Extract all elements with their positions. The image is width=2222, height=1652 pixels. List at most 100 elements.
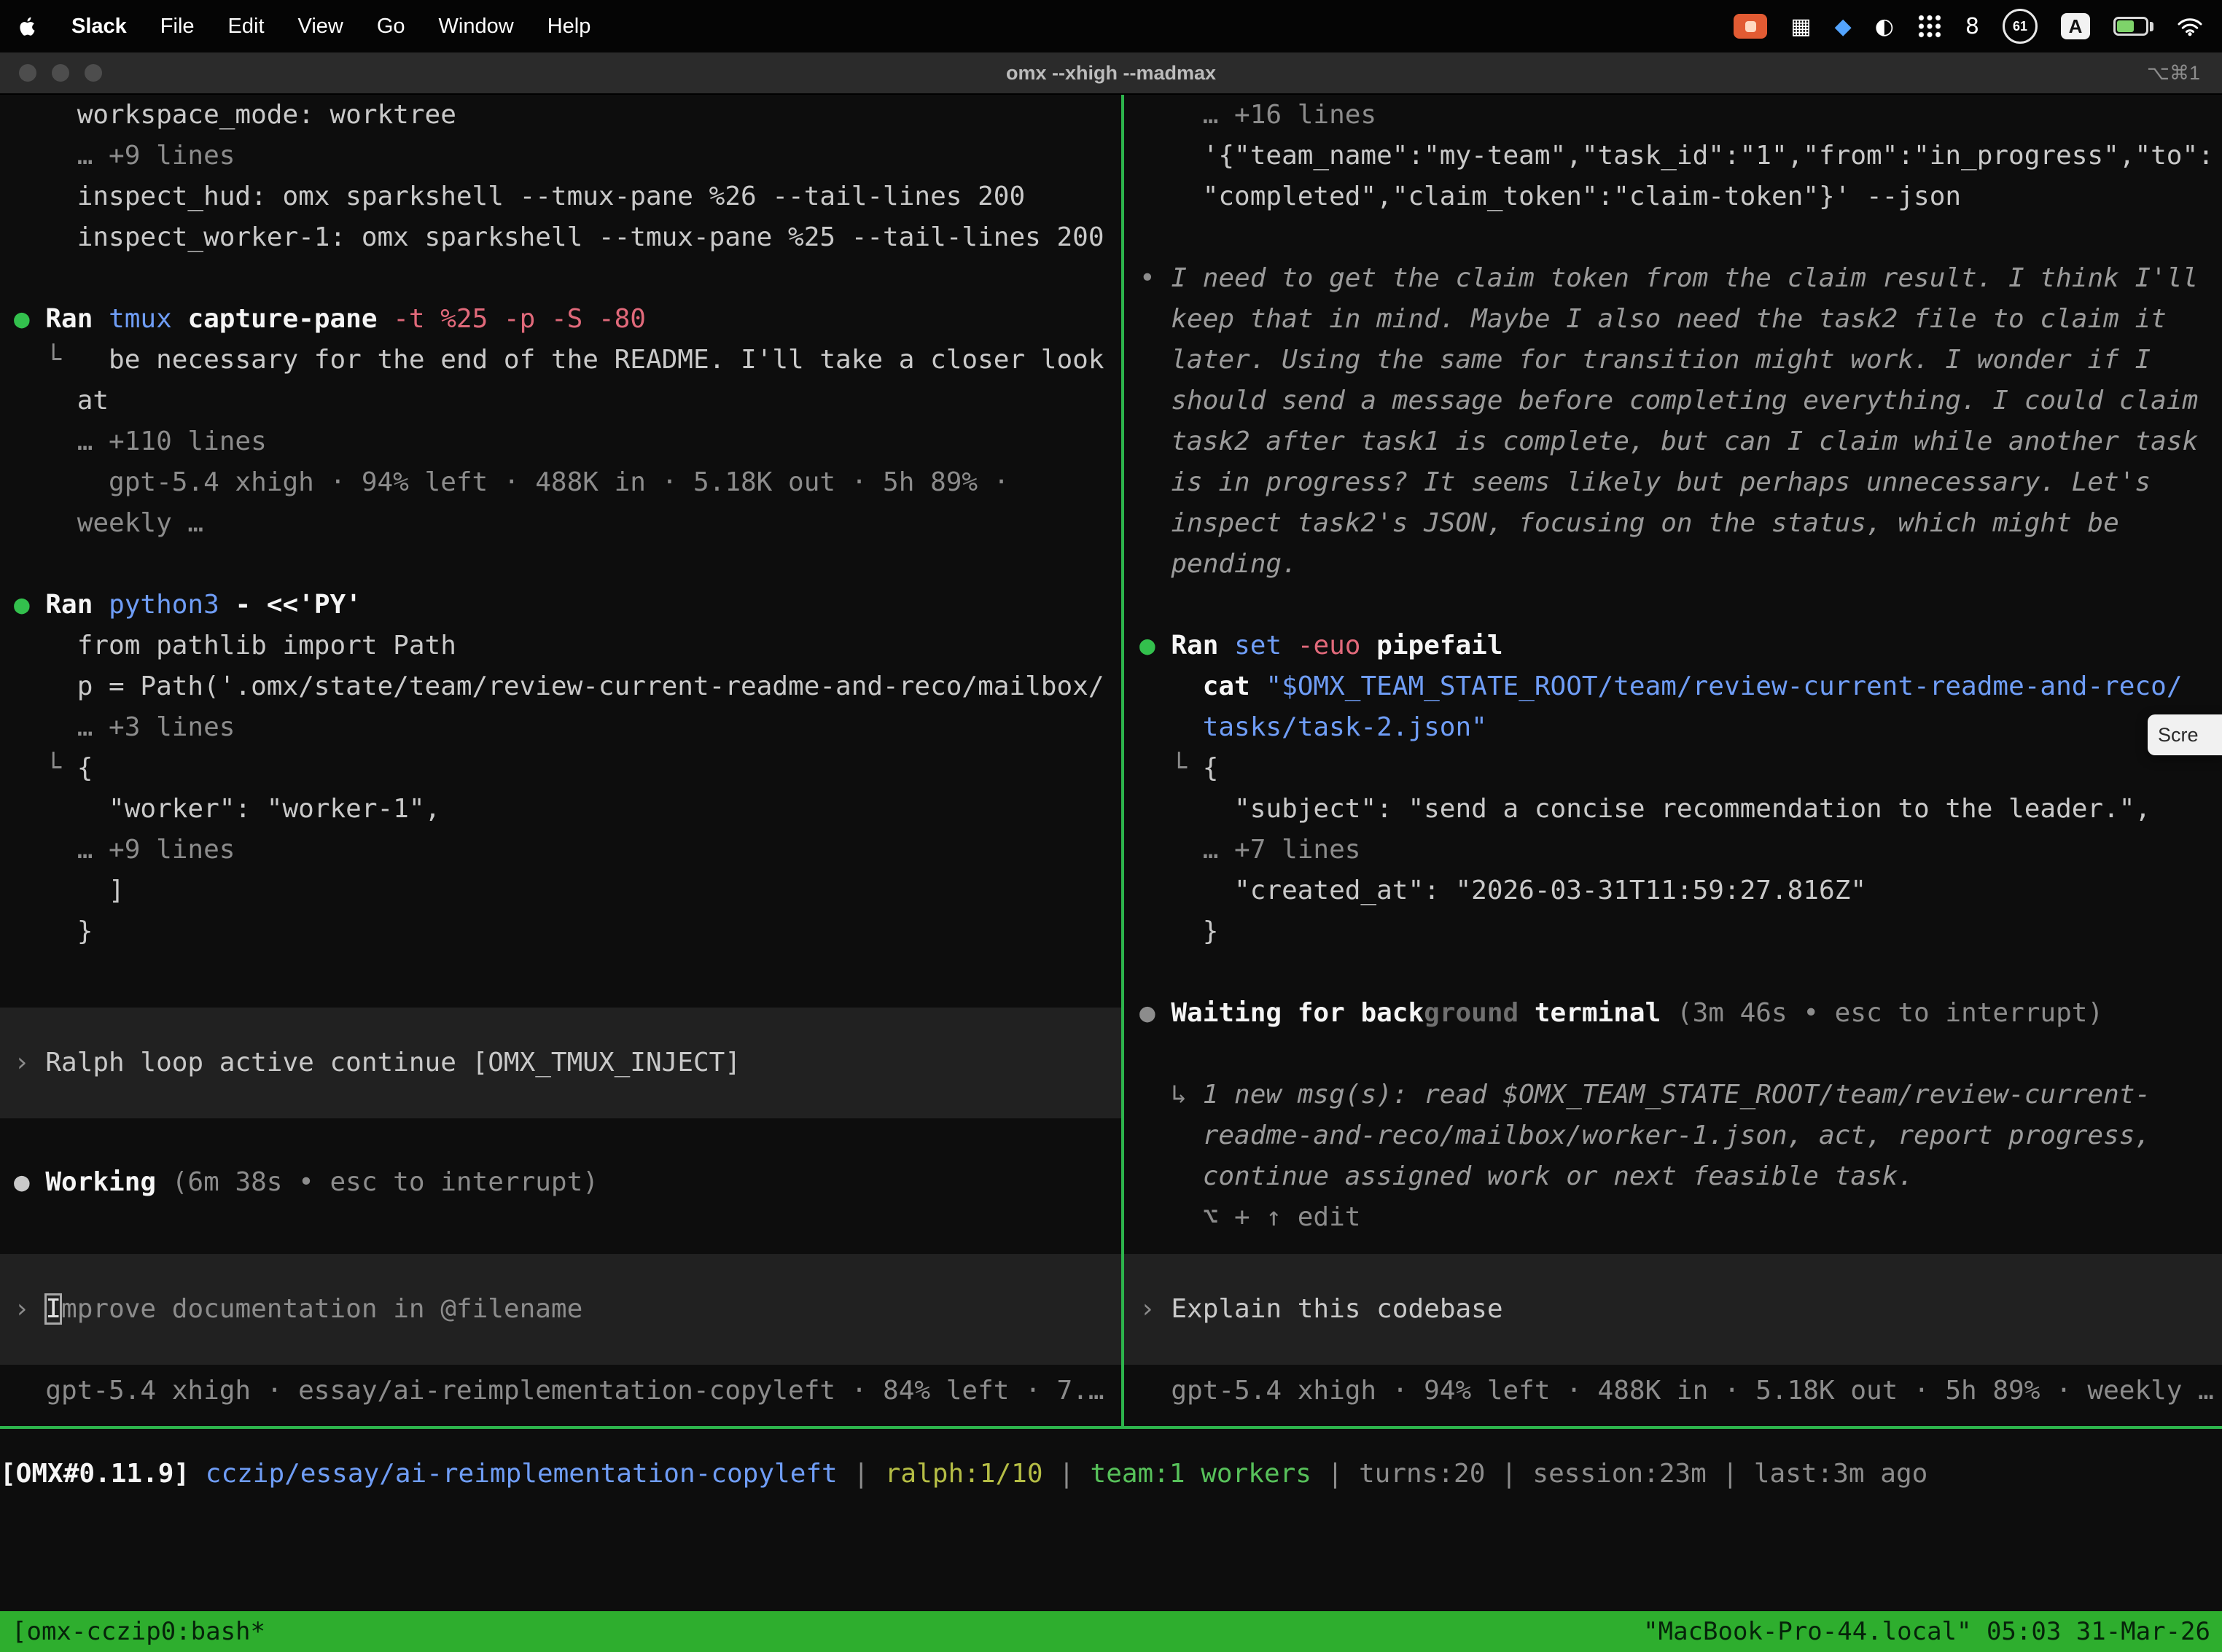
text-segment: | [1707,1459,1754,1489]
menu-item-help[interactable]: Help [547,15,591,39]
terminal-line: '{"team_name":"my-team","task_id":"1","f… [1124,136,2222,176]
window-title: omx --xhigh --madmax [1006,62,1216,85]
text-segment: -euo [1298,631,1376,661]
terminal-line: "subject": "send a concise recommendatio… [1124,789,2222,830]
text-segment: } [14,916,93,946]
active-app-menu[interactable]: Slack [71,15,127,39]
terminal-line: later. Using the same for transition mig… [1124,340,2222,381]
text-segment: … +7 lines [1139,835,1360,865]
text-segment: turns:20 [1359,1459,1485,1489]
text-segment: › [14,1048,45,1078]
dots-grid-icon[interactable] [1917,14,1942,39]
spark-app-icon[interactable]: ◆ [1835,14,1852,39]
window-controls [19,64,102,82]
terminal-line: ] [0,870,1121,911]
terminal-line: task2 after task1 is complete, but can I… [1124,421,2222,462]
terminal-line: p = Path('.omx/state/team/review-current… [0,666,1121,707]
terminal-line: gpt-5.4 xhigh · essay/ai-reimplementatio… [0,1371,1121,1411]
terminal-line: keep that in mind. Maybe I also need the… [1124,299,2222,340]
screen-recording-indicator[interactable] [1734,14,1767,39]
terminal-line: ● Working (6m 38s • esc to interrupt) [0,1162,1121,1203]
zoom-button[interactable] [85,64,102,82]
text-segment: I need to get the claim token from the c… [1171,263,2198,293]
text-segment: … +16 lines [1139,100,1376,130]
close-button[interactable] [19,64,36,82]
text-segment: at [14,386,109,416]
text-segment: › [14,1294,45,1324]
terminal: workspace_mode: worktree … +9 lines insp… [0,95,2222,1652]
terminal-line: } [0,911,1121,952]
menu-item-view[interactable]: View [298,15,343,39]
blank-line [1124,217,2222,258]
text-segment: session:23m [1532,1459,1706,1489]
battery-icon[interactable] [2113,17,2153,36]
text-segment: | [1485,1459,1532,1489]
window-titlebar: omx --xhigh --madmax ⌥⌘1 [0,52,2222,95]
menu-item-go[interactable]: Go [377,15,405,39]
menu-item-edit[interactable]: Edit [228,15,265,39]
text-segment: • [1139,263,1171,293]
menubar-status-icons: ▦ ◆ ◐ 8 61 A [1734,9,2203,44]
terminal-line: └ be necessary for the end of the README… [0,340,1121,381]
prompt-suggestion[interactable]: › Explain this codebase [1124,1254,2222,1365]
text-segment: … +110 lines [14,426,267,456]
text-segment: ] [14,876,125,905]
text-segment: -t %25 -p -S -80 [393,304,646,334]
menu-item-file[interactable]: File [160,15,195,39]
text-segment: Ran [1171,631,1234,661]
terminal-line: } [1124,911,2222,952]
text-segment: keep that in mind. Maybe I also need the… [1139,304,2167,334]
apple-menu-icon[interactable] [19,15,38,38]
terminal-line: [OMX#0.11.9] cczip/essay/ai-reimplementa… [0,1454,2222,1495]
text-segment: cat [1203,671,1266,701]
text-segment: } [1139,916,1218,946]
terminal-line: "worker": "worker-1", [0,789,1121,830]
text-segment: tasks/task-2.json" [1139,712,1487,742]
terminal-line: … +16 lines [1124,95,2222,136]
text-segment: ralph:1/10 [885,1459,1043,1489]
text-segment: be necessary for the end of the README. … [109,345,1104,375]
minimize-button[interactable] [52,64,69,82]
figure-app-icon[interactable]: 8 [1965,14,1979,39]
text-segment: └ [1139,753,1203,783]
text-segment: ● [14,304,45,334]
menu-item-window[interactable]: Window [439,15,514,39]
terminal-line: continue assigned work or next feasible … [1124,1156,2222,1197]
terminal-line: └ { [1124,748,2222,789]
prompt-suggestion[interactable]: › Ralph loop active continue [OMX_TMUX_I… [0,1008,1121,1118]
blank-line [0,258,1121,299]
text-segment: Ran [45,304,109,334]
text-segment: later. Using the same for transition mig… [1139,345,2151,375]
screen: { "menubar": { "app_name": "Slack", "men… [0,0,2222,1627]
battery-gauge-icon[interactable]: 61 [2003,9,2038,44]
wifi-icon[interactable] [2177,16,2203,36]
terminal-line: ● Ran set -euo pipefail [1124,626,2222,666]
text-segment: "worker": "worker-1", [14,794,440,824]
terminal-line: cat "$OMX_TEAM_STATE_ROOT/team/review-cu… [1124,666,2222,707]
text-segment: gpt-5.4 xhigh · essay/ai-reimplementatio… [14,1376,1104,1406]
grid-app-icon[interactable]: ▦ [1790,14,1811,39]
menu-items: File Edit View Go Window Help [160,15,591,39]
text-segment: readme-and-reco/mailbox/worker-1.json, a… [1139,1121,2151,1150]
terminal-line: … +3 lines [0,707,1121,748]
terminal-line: readme-and-reco/mailbox/worker-1.json, a… [1124,1115,2222,1156]
terminal-line: … +9 lines [0,830,1121,870]
terminal-line: is in progress? It seems likely but perh… [1124,462,2222,503]
text-segment: ↳ [1139,1080,1203,1110]
text-segment: capture-pane [187,304,393,334]
left-terminal-pane[interactable]: workspace_mode: worktree … +9 lines insp… [0,95,1121,1426]
contrast-app-icon[interactable]: ◐ [1875,14,1894,39]
text-segment: pending. [1139,549,1298,579]
text-segment: last:3m ago [1754,1459,1927,1489]
prompt-suggestion[interactable]: › Improve documentation in @filename [0,1254,1121,1365]
terminal-line: "completed","claim_token":"claim-token"}… [1124,176,2222,217]
menubar-menus: Slack File Edit View Go Window Help [19,15,590,39]
text-segment: ● [1139,998,1171,1028]
text-segment: python3 [109,590,235,620]
tmux-host-clock: "MacBook-Pro-44.local" 05:03 31-Mar-26 [1643,1617,2210,1646]
text-segment: pipefail [1376,631,1502,661]
input-source-icon[interactable]: A [2061,13,2090,39]
text-segment: … +3 lines [14,712,235,742]
right-terminal-pane[interactable]: … +16 lines '{"team_name":"my-team","tas… [1121,95,2222,1426]
text-segment: ⌥ + ↑ edit [1139,1202,1360,1232]
